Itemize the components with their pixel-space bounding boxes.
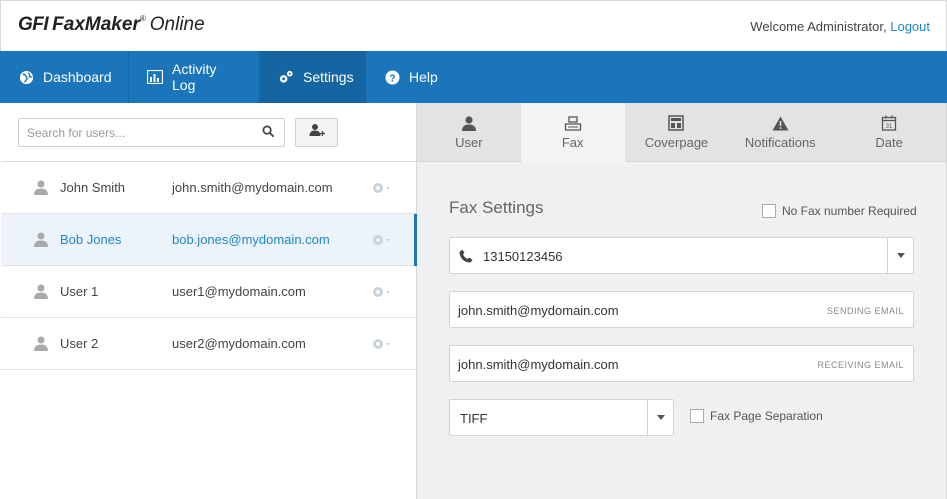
fax-number-value: 13150123456	[483, 249, 563, 264]
nav-help[interactable]: ? Help	[366, 51, 456, 103]
fax-format-select[interactable]: TIFF	[449, 399, 674, 436]
nav-dashboard[interactable]: Dashboard	[0, 51, 129, 103]
user-icon	[34, 180, 48, 195]
user-name: John Smith	[60, 180, 126, 195]
tab-label: Fax	[561, 135, 584, 150]
user-icon	[34, 232, 48, 247]
add-user-button[interactable]	[295, 118, 338, 147]
receiving-email-tag: RECEIVING EMAIL	[817, 360, 904, 370]
logo-gfi: GFI	[18, 14, 49, 35]
fax-page-separation-checkbox[interactable]	[690, 409, 704, 423]
tab-coverpage[interactable]: Coverpage	[625, 103, 729, 162]
help-icon: ?	[384, 69, 400, 85]
tab-label: Notifications	[744, 135, 816, 150]
fax-page-separation-label: Fax Page Separation	[710, 409, 823, 423]
fax-page-separation-option: Fax Page Separation	[690, 409, 823, 423]
no-fax-required-label: No Fax number Required	[782, 204, 917, 218]
tab-label: User	[455, 135, 483, 150]
chevron-down-icon	[656, 415, 665, 420]
add-user-icon	[309, 123, 325, 142]
nav-label: Help	[409, 69, 438, 85]
user-email: user2@mydomain.com	[172, 336, 306, 351]
user-row[interactable]: User 2 user2@mydomain.com	[1, 318, 416, 370]
settings-tabs: User Fax Coverpage Notifications 31 Date	[417, 103, 946, 162]
user-icon	[34, 284, 48, 299]
warning-icon	[771, 115, 789, 131]
tab-date[interactable]: 31 Date	[832, 103, 946, 162]
receiving-email-value: john.smith@mydomain.com	[458, 357, 619, 372]
tab-label: Date	[875, 135, 903, 150]
gear-icon[interactable]	[371, 285, 391, 299]
user-row[interactable]: User 1 user1@mydomain.com	[1, 266, 416, 318]
tab-fax[interactable]: Fax	[520, 103, 625, 162]
printer-icon	[564, 115, 582, 131]
logo-product: FaxMaker	[52, 14, 140, 35]
sending-email-field[interactable]: john.smith@mydomain.com SENDING EMAIL	[449, 291, 914, 328]
sending-email-tag: SENDING EMAIL	[826, 306, 904, 316]
user-search-bar	[1, 103, 416, 162]
nav-label: Settings	[303, 69, 354, 85]
user-settings-panel: User Fax Coverpage Notifications 31 Date	[417, 103, 947, 499]
layout-icon	[667, 115, 685, 131]
fax-number-field[interactable]: 13150123456	[449, 237, 914, 274]
svg-text:?: ?	[389, 73, 395, 84]
user-icon	[460, 115, 478, 131]
user-icon	[34, 336, 48, 351]
tab-user[interactable]: User	[417, 103, 521, 162]
no-fax-required-checkbox[interactable]	[762, 204, 776, 218]
app-header: GFI FaxMaker® Online Welcome Administrator…	[0, 0, 947, 52]
search-input[interactable]	[19, 119, 249, 146]
receiving-email-field[interactable]: john.smith@mydomain.com RECEIVING EMAIL	[449, 345, 914, 382]
fax-format-dropdown[interactable]	[647, 400, 673, 435]
user-list-panel: John Smith john.smith@mydomain.com Bob J…	[1, 103, 417, 499]
gear-icon[interactable]	[371, 181, 391, 195]
calendar-icon: 31	[880, 115, 898, 131]
phone-icon	[459, 249, 473, 263]
globe-icon	[18, 69, 34, 85]
search-box	[18, 118, 285, 147]
nav-activity-log[interactable]: Activity Log	[129, 51, 260, 103]
logo-suffix: Online	[149, 14, 205, 35]
main-nav: Dashboard Activity Log Settings ? Help	[0, 51, 947, 103]
svg-text:31: 31	[886, 124, 893, 130]
nav-label: Activity Log	[172, 61, 217, 93]
tab-label: Coverpage	[644, 135, 709, 150]
fax-number-dropdown[interactable]	[887, 238, 913, 273]
user-email: bob.jones@mydomain.com	[172, 232, 330, 247]
nav-label: Dashboard	[43, 69, 112, 85]
nav-settings[interactable]: Settings	[260, 51, 366, 103]
user-row[interactable]: John Smith john.smith@mydomain.com	[1, 162, 416, 214]
no-fax-required-option: No Fax number Required	[762, 204, 917, 218]
welcome-message: Welcome Administrator, Logout	[750, 19, 930, 34]
chart-icon	[147, 69, 163, 85]
user-name: Bob Jones	[60, 232, 122, 247]
welcome-text: Welcome Administrator,	[750, 19, 887, 34]
logout-link[interactable]: Logout	[890, 19, 930, 34]
section-title: Fax Settings	[449, 198, 544, 217]
user-email: user1@mydomain.com	[172, 284, 306, 299]
search-icon[interactable]	[262, 125, 276, 139]
fax-format-value: TIFF	[460, 411, 488, 426]
user-name: User 2	[60, 336, 99, 351]
sending-email-value: john.smith@mydomain.com	[458, 303, 619, 318]
gears-icon	[278, 69, 294, 85]
user-row[interactable]: Bob Jones bob.jones@mydomain.com	[1, 214, 417, 266]
gear-icon[interactable]	[371, 337, 391, 351]
user-name: User 1	[60, 284, 99, 299]
user-email: john.smith@mydomain.com	[172, 180, 333, 195]
app-logo: GFI FaxMaker® Online	[18, 14, 205, 35]
chevron-down-icon	[896, 253, 905, 258]
tab-notifications[interactable]: Notifications	[728, 103, 832, 162]
gear-icon[interactable]	[371, 233, 391, 247]
